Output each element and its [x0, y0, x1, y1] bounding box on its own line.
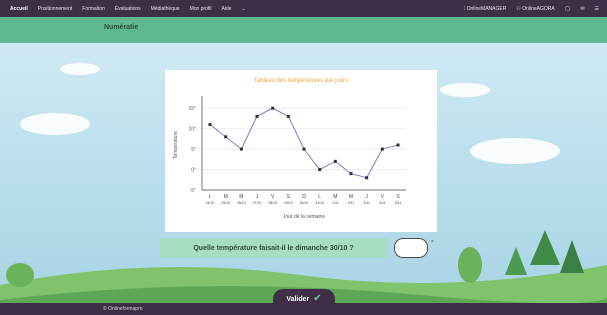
- x-tick-date: 24/10: [206, 201, 215, 205]
- data-point: [208, 123, 212, 127]
- x-tick-day: M: [333, 194, 337, 200]
- data-point: [380, 147, 384, 151]
- x-tick-day: J: [365, 194, 368, 200]
- nav-item-formation[interactable]: Formation: [82, 6, 105, 12]
- series-line: [209, 107, 399, 179]
- x-tick-day: D: [302, 194, 306, 200]
- x-tick-date: 3/11: [363, 201, 370, 205]
- x-tick-date: 4/11: [379, 201, 386, 205]
- x-tick-date: 28/10: [268, 201, 277, 205]
- cloud: [20, 113, 90, 135]
- x-tick-date: 26/10: [237, 201, 246, 205]
- x-tick-date: 1/11: [332, 201, 339, 205]
- data-point: [286, 114, 290, 118]
- x-tick-date: 30/10: [300, 201, 309, 205]
- x-axis-label: Jour de la semaine: [283, 214, 325, 220]
- checkmark-icon: ✔: [313, 293, 322, 304]
- data-point: [224, 135, 228, 139]
- top-nav-right: ⫶ OnlineMANAGER ⚇ OnlineAGORA ◯ ✉ ☰: [464, 0, 599, 17]
- nav-item-mediatheque[interactable]: Médiathèque: [151, 6, 180, 12]
- x-tick-day: V: [271, 194, 275, 200]
- chart-panel: Tableau des températures par jours 15° 10…: [165, 70, 437, 232]
- nav-item-aide[interactable]: Aide: [222, 6, 232, 12]
- x-tick-day: L: [209, 194, 212, 200]
- x-tick-date: 25/10: [221, 201, 230, 205]
- agora-link-label: OnlineAGORA: [522, 5, 555, 12]
- manager-link-label: OnlineMANAGER: [466, 5, 507, 12]
- x-tick-day: S: [287, 194, 291, 200]
- y-axis-label: Température: [173, 131, 179, 159]
- agora-link[interactable]: ⚇ OnlineAGORA: [516, 6, 554, 12]
- x-tick-date: 29/10: [284, 201, 293, 205]
- y-tick-label: -5°: [190, 188, 196, 194]
- y-tick-label: 15°: [188, 106, 196, 112]
- manager-link[interactable]: ⫶ OnlineMANAGER: [464, 6, 506, 12]
- data-point: [365, 176, 369, 180]
- top-navigation-bar: Accueil Positionnement Formation Évaluat…: [0, 0, 607, 17]
- page-title: Numératie: [104, 24, 139, 31]
- data-point: [271, 106, 275, 110]
- x-tick-day: J: [256, 194, 259, 200]
- module-header: Numératie: [0, 17, 607, 43]
- y-tick-label: 0°: [191, 168, 196, 174]
- cloud: [470, 138, 560, 164]
- x-tick-date: 31/10: [315, 201, 324, 205]
- x-tick-date: 2/11: [348, 201, 355, 205]
- data-point: [255, 114, 259, 118]
- x-tick-day: S: [396, 194, 400, 200]
- nav-item-mon-profil[interactable]: Mon profil: [190, 6, 212, 12]
- x-tick-date: 27/10: [253, 201, 262, 205]
- validate-label: Valider: [286, 295, 310, 303]
- x-tick-day: M: [224, 194, 228, 200]
- mail-icon[interactable]: ✉: [580, 6, 584, 12]
- question-prompt: Quelle température faisait-il le dimanch…: [160, 238, 387, 258]
- nav-item-positionnement[interactable]: Positionnement: [38, 6, 72, 12]
- temperature-line-chart: 15°10°5°0°-5°TempératureL24/10M25/10M26/…: [173, 96, 406, 220]
- answer-input[interactable]: [394, 238, 428, 258]
- x-tick-day: M: [349, 194, 353, 200]
- data-point: [333, 159, 337, 163]
- nav-item-evaluations[interactable]: Évaluations: [115, 6, 141, 12]
- chevron-down-icon[interactable]: ⌄: [242, 6, 246, 12]
- menu-icon[interactable]: ☰: [595, 6, 599, 12]
- nav-item-accueil[interactable]: Accueil: [10, 6, 28, 12]
- data-point: [396, 143, 400, 147]
- x-tick-day: V: [381, 194, 385, 200]
- y-tick-label: 10°: [188, 127, 196, 133]
- chat-icon[interactable]: ◯: [565, 6, 571, 12]
- main-menu: Accueil Positionnement Formation Évaluat…: [0, 6, 246, 12]
- data-point: [239, 147, 243, 151]
- validate-button[interactable]: Valider ✔: [273, 289, 335, 309]
- cloud: [60, 63, 100, 75]
- data-point: [349, 172, 353, 176]
- cloud: [440, 83, 490, 97]
- y-tick-label: 5°: [191, 147, 196, 153]
- copyright: © Onlineformapro: [103, 306, 143, 312]
- x-tick-date: 5/11: [395, 201, 402, 205]
- unit-label: °: [431, 240, 434, 247]
- x-tick-day: L: [318, 194, 321, 200]
- x-tick-day: M: [239, 194, 243, 200]
- data-point: [302, 147, 306, 151]
- data-point: [318, 168, 322, 172]
